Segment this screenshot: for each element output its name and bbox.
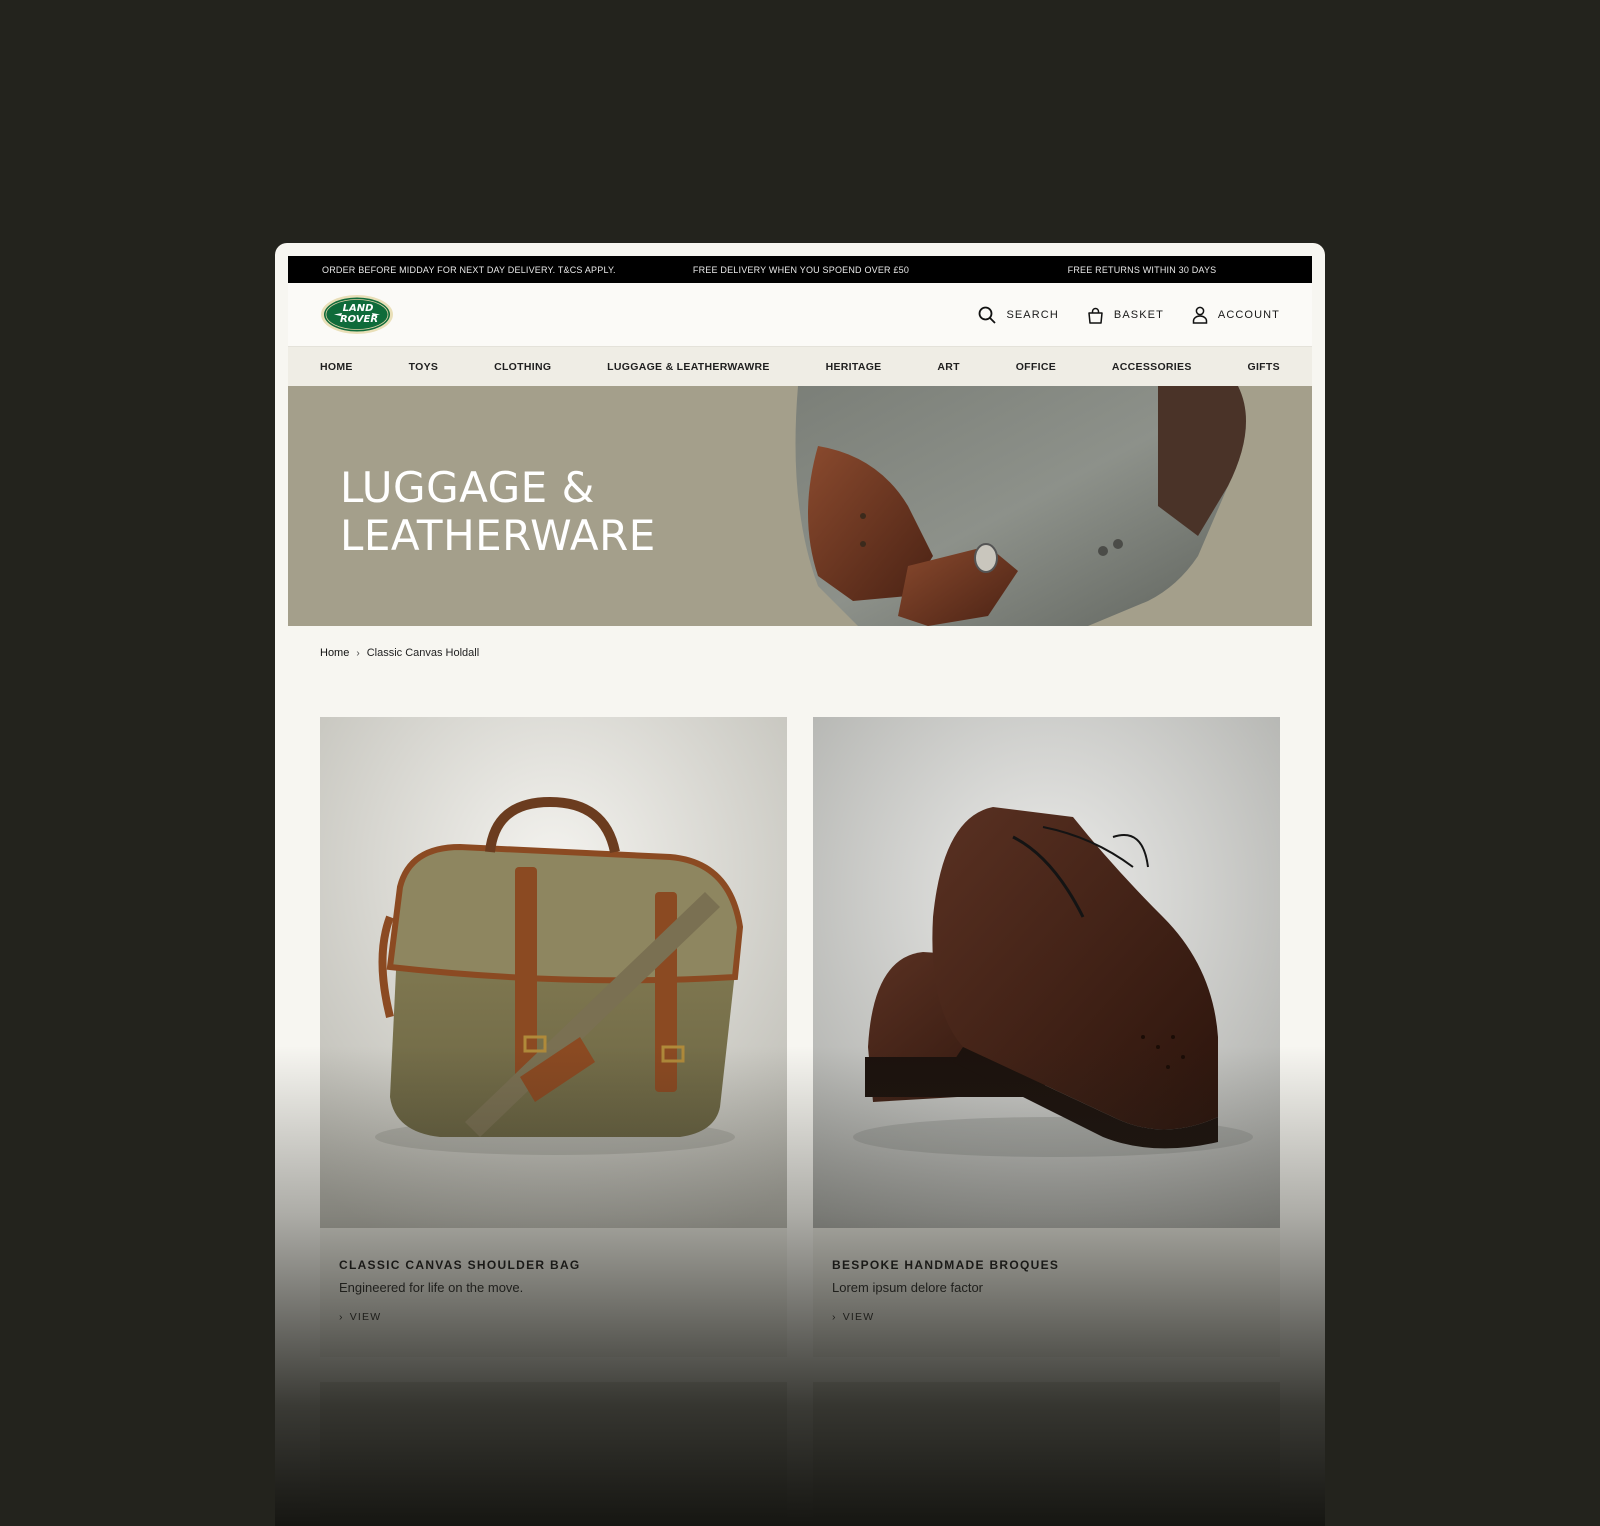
search-icon: [979, 306, 997, 324]
account-button[interactable]: ACCOUNT: [1192, 306, 1280, 324]
nav-item-clothing[interactable]: CLOTHING: [494, 361, 551, 373]
promo-free-returns: FREE RETURNS WITHIN 30 DAYS: [1067, 264, 1217, 275]
nav-item-art[interactable]: ART: [937, 361, 959, 373]
logo-text-rover: ROVER: [340, 314, 378, 325]
product-card-placeholder: [320, 1382, 787, 1526]
breadcrumb: Home › Classic Canvas Holdall: [320, 647, 479, 659]
logo-text-land: LAND: [343, 303, 374, 314]
nav-item-luggage[interactable]: LUGGAGE & LEATHERWAWRE: [607, 361, 770, 373]
view-label: VIEW: [349, 1311, 382, 1323]
product-card-body: BESPOKE HANDMADE BROQUES Lorem ipsum del…: [813, 1228, 1280, 1323]
hero-title: LUGGAGE & LEATHERWARE: [340, 464, 740, 560]
product-description: Lorem ipsum delore factor: [832, 1280, 984, 1295]
nav-item-office[interactable]: OFFICE: [1016, 361, 1056, 373]
nav-item-accessories[interactable]: ACCESSORIES: [1112, 361, 1192, 373]
product-image-shoulder-bag: [320, 717, 787, 1228]
product-title: BESPOKE HANDMADE BROQUES: [832, 1258, 1060, 1272]
promo-next-day: ORDER BEFORE MIDDAY FOR NEXT DAY DELIVER…: [322, 264, 616, 275]
site-header: LAND ROVER SEARCH BASKET ACCOUNT: [288, 283, 1312, 347]
nav-item-heritage[interactable]: HERITAGE: [826, 361, 882, 373]
browser-frame: ORDER BEFORE MIDDAY FOR NEXT DAY DELIVER…: [275, 243, 1325, 1526]
product-image-brogues: [813, 717, 1280, 1228]
product-card-placeholder: [813, 1382, 1280, 1526]
hero-title-line-1: LUGGAGE &: [340, 463, 595, 512]
product-title: CLASSIC CANVAS SHOULDER BAG: [339, 1258, 581, 1272]
header-actions: SEARCH BASKET ACCOUNT: [978, 283, 1280, 347]
search-label: SEARCH: [1006, 309, 1059, 321]
product-card[interactable]: CLASSIC CANVAS SHOULDER BAG Engineered f…: [320, 717, 787, 1357]
nav-item-gifts[interactable]: GIFTS: [1248, 361, 1280, 373]
hero-title-line-2: LEATHERWARE: [340, 511, 656, 560]
hero-image-gloves: [795, 386, 1246, 626]
view-product-link[interactable]: › VIEW: [339, 1311, 768, 1323]
product-card-body: CLASSIC CANVAS SHOULDER BAG Engineered f…: [320, 1228, 787, 1323]
promo-bar: ORDER BEFORE MIDDAY FOR NEXT DAY DELIVER…: [288, 256, 1312, 283]
chevron-right-icon: ›: [832, 1311, 837, 1323]
product-card[interactable]: BESPOKE HANDMADE BROQUES Lorem ipsum del…: [813, 717, 1280, 1357]
basket-label: BASKET: [1113, 309, 1164, 321]
breadcrumb-home[interactable]: Home: [320, 647, 349, 659]
hero-banner: LUGGAGE & LEATHERWARE: [288, 386, 1312, 626]
nav-item-home[interactable]: HOME: [320, 361, 353, 373]
main-nav: HOME TOYS CLOTHING LUGGAGE & LEATHERWAWR…: [288, 347, 1312, 386]
land-rover-logo[interactable]: LAND ROVER: [320, 294, 394, 335]
product-description: Engineered for life on the move.: [339, 1280, 524, 1295]
promo-free-delivery: FREE DELIVERY WHEN YOU SPOEND OVER £50: [692, 264, 910, 275]
breadcrumb-current: Classic Canvas Holdall: [366, 647, 480, 659]
view-label: VIEW: [842, 1311, 875, 1323]
account-icon: [1192, 306, 1208, 324]
chevron-right-icon: ›: [339, 1311, 344, 1323]
chevron-right-icon: ›: [356, 647, 360, 659]
basket-icon: [1088, 307, 1103, 324]
search-button[interactable]: SEARCH: [978, 306, 1058, 324]
nav-item-toys[interactable]: TOYS: [409, 361, 439, 373]
basket-button[interactable]: BASKET: [1087, 307, 1164, 324]
view-product-link[interactable]: › VIEW: [832, 1311, 1261, 1323]
account-label: ACCOUNT: [1217, 309, 1280, 321]
